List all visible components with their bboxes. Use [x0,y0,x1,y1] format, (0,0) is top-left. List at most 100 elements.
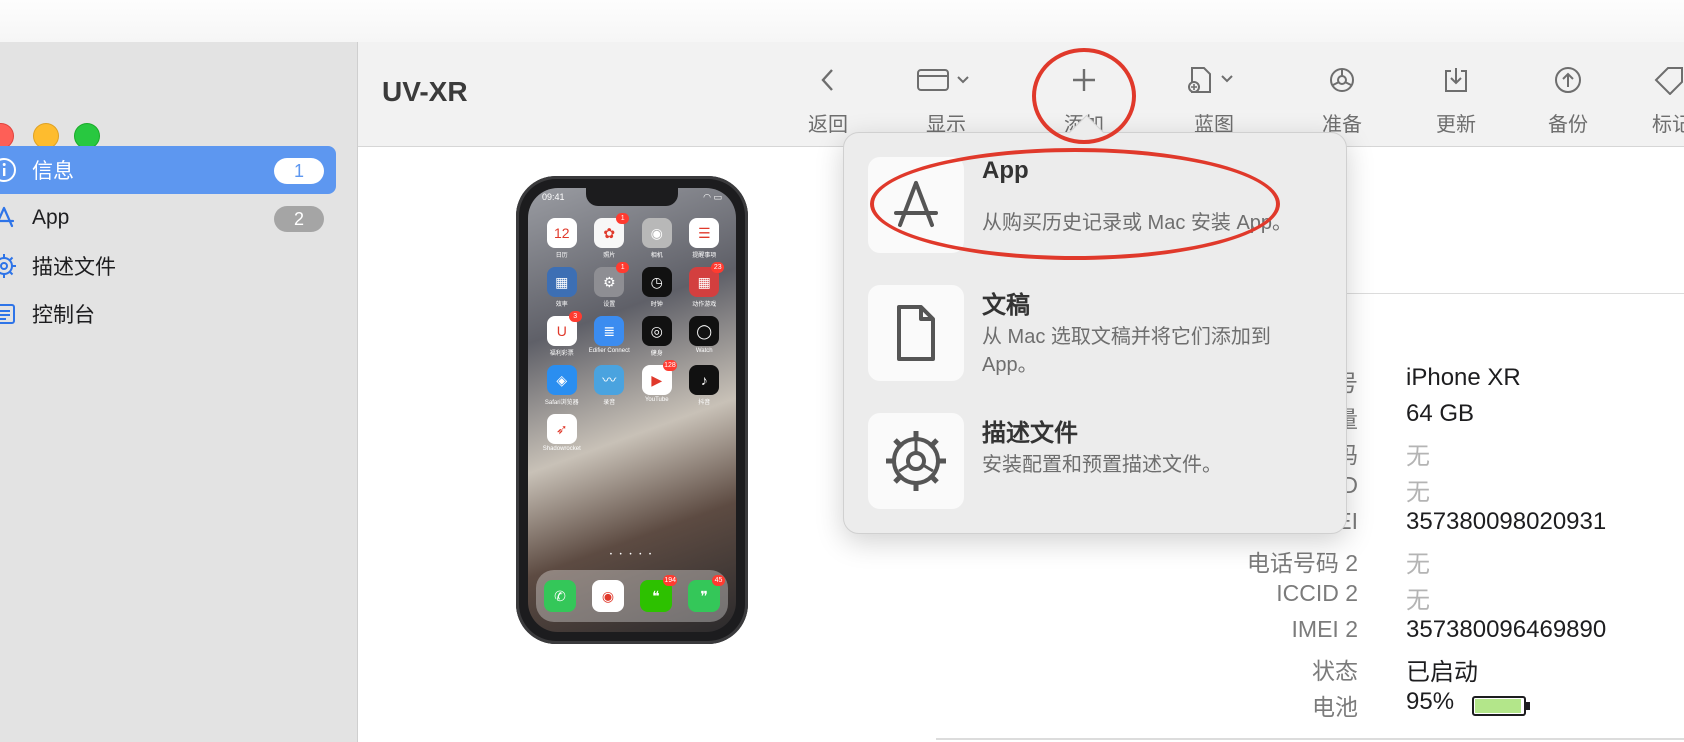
document-add-icon [1184,65,1244,100]
info-key: IMEI 2 [1291,616,1358,642]
home-app-icon: 〰录音 [586,365,634,406]
app-glyph-icon: 〰 [594,365,625,395]
annotation-circle-add [1032,48,1136,144]
app-name: 效率 [555,302,568,308]
home-app-icon: ♪ 抖音 [681,365,729,406]
info-value: iPhone XR [1406,364,1521,391]
app-name: Safari浏览器 [544,400,579,406]
app-glyph-icon: U3 [546,311,582,346]
app-name: 福利彩票 [549,351,574,357]
home-app-icon: ◉ [592,580,624,612]
battery-icon [1472,696,1530,716]
prepare-button[interactable]: 准备 [1310,62,1374,137]
info-key: ICCID 2 [1276,580,1358,606]
gear-icon [0,250,20,282]
sidebar-item-label: 描述文件 [32,256,116,279]
info-key: 电话号码 2 [1246,550,1358,576]
app-glyph-icon: ◯ [689,316,720,346]
app-glyph-icon: ◷ [641,267,672,297]
app-glyph-icon: ≣ [594,316,625,346]
gear-icon [868,413,964,509]
sidebar-item-console[interactable]: 控制台 [0,290,336,338]
app-name: 设置 [603,302,616,308]
home-app-icon: ≣ Edifier Connect [586,316,634,357]
document-icon [868,285,964,381]
count-badge: 2 [274,206,324,232]
update-label: 更新 [1436,114,1476,136]
app-glyph-icon: ☰ [689,218,720,248]
back-button[interactable]: 返回 [800,62,856,137]
app-name: 动作游戏 [692,302,717,308]
app-glyph-icon: 12 [546,218,577,248]
app-glyph-icon: ✆ [544,580,576,612]
home-app-icon: ➶ Shadowrocket [538,414,586,452]
app-name: Watch [695,348,713,354]
info-value: 无 [1406,479,1430,506]
info-value: 无 [1406,443,1430,470]
tag-button[interactable]: 标记 [1652,62,1684,137]
notification-badge: 128 [663,360,677,371]
backup-label: 备份 [1548,114,1588,136]
sidebar-item-info[interactable]: 信息 1 [0,146,336,194]
dock: ✆ ◉ ❝ 194 ❞ 45 [536,570,728,622]
app-glyph-icon: ◉ [641,218,672,248]
home-app-icon: ❞ 45 [688,575,725,612]
backup-button[interactable]: 备份 [1536,62,1600,137]
sidebar-item-label: 信息 [32,160,74,183]
app-name: 录音 [603,400,616,406]
notification-badge: 23 [711,262,725,273]
sidebar-item-profiles[interactable]: 描述文件 [0,242,336,290]
chevron-left-icon [817,66,839,99]
home-app-icon: ⚙ 1 设置 [586,262,634,308]
add-menu-item-profiles[interactable]: 描述文件 安装配置和预置描述文件。 [868,413,1338,513]
window-title: UV-XR [382,76,468,107]
divider [936,738,1684,740]
app-store-icon [0,202,20,234]
sidebar-item-app[interactable]: App 2 [0,194,336,242]
app-name: YouTube [644,397,669,403]
info-value: 95% [1406,688,1455,715]
view-button[interactable]: 显示 [906,62,986,137]
battery-level-fill [1475,699,1521,713]
blueprint-button[interactable]: 蓝图 [1180,62,1248,137]
divider [1340,293,1684,294]
wifi-battery-icon: ◠ ▭ [703,192,722,202]
app-glyph-icon: ▦ 23 [689,262,725,297]
home-app-icon: ▦ 23 动作游戏 [681,262,729,308]
home-app-icon: U 3 福利彩票 [538,311,586,357]
notification-badge: 1 [616,262,630,273]
notification-badge: 3 [568,311,582,322]
menu-item-title: 描述文件 [982,420,1078,447]
prepare-gear-icon [1327,65,1357,100]
home-app-icon: 12 日历 [538,218,586,259]
app-name: 相机 [650,253,663,259]
sidebar: 信息 1 App 2 描述文件 控制台 [0,42,358,742]
app-glyph-icon: ❞ 45 [688,575,725,612]
app-glyph-icon: ❝ 194 [640,575,677,612]
app-glyph-icon: ◈ [546,365,577,395]
info-circle-icon [0,154,20,186]
app-name: 照片 [603,253,616,259]
back-label: 返回 [808,114,848,136]
home-app-icon: ✆ [544,580,576,612]
info-value[interactable]: 357380098020931 [1406,508,1606,536]
info-key: 状态 [1312,658,1358,684]
tag-icon [1652,65,1684,100]
app-glyph-icon: ♪ [689,365,720,395]
app-glyph-icon: ✿ 1 [594,213,630,248]
home-app-icon: ◯ Watch [681,316,729,357]
home-screen-grid: 12 日历 ✿ 1 照片 ◉ 相机 ☰ 提醒事项 ▦ 效率 ⚙ 1 设置 ◷ 时钟 ▦ 23 动作游戏 U 3 福利彩票 ≣… [538,213,729,452]
add-menu-item-documents[interactable]: 文稿 从 Mac 选取文稿并将它们添加到 App。 [868,285,1338,385]
info-value[interactable]: 357380096469890 [1406,616,1606,644]
app-glyph-icon: ➶ [546,414,577,444]
console-icon [0,298,20,330]
home-app-icon: ☰ 提醒事项 [681,218,729,259]
app-name: 健身 [650,351,663,357]
device-screen: 09:41 ◠ ▭ 12 日历 ✿ 1 照片 ◉ 相机 ☰ 提醒事项 ▦ 效率 ⚙ 1 设置 ◷ 时钟 ▦ 23 动… [528,188,736,632]
app-glyph-icon: ⚙ 1 [594,262,630,297]
sidebar-item-label: 控制台 [32,304,95,327]
update-button[interactable]: 更新 [1424,62,1488,137]
window-top-strip [0,0,1684,43]
home-app-icon: ◷ 时钟 [633,267,681,308]
home-app-icon: ◈ Safari浏览器 [538,365,586,406]
